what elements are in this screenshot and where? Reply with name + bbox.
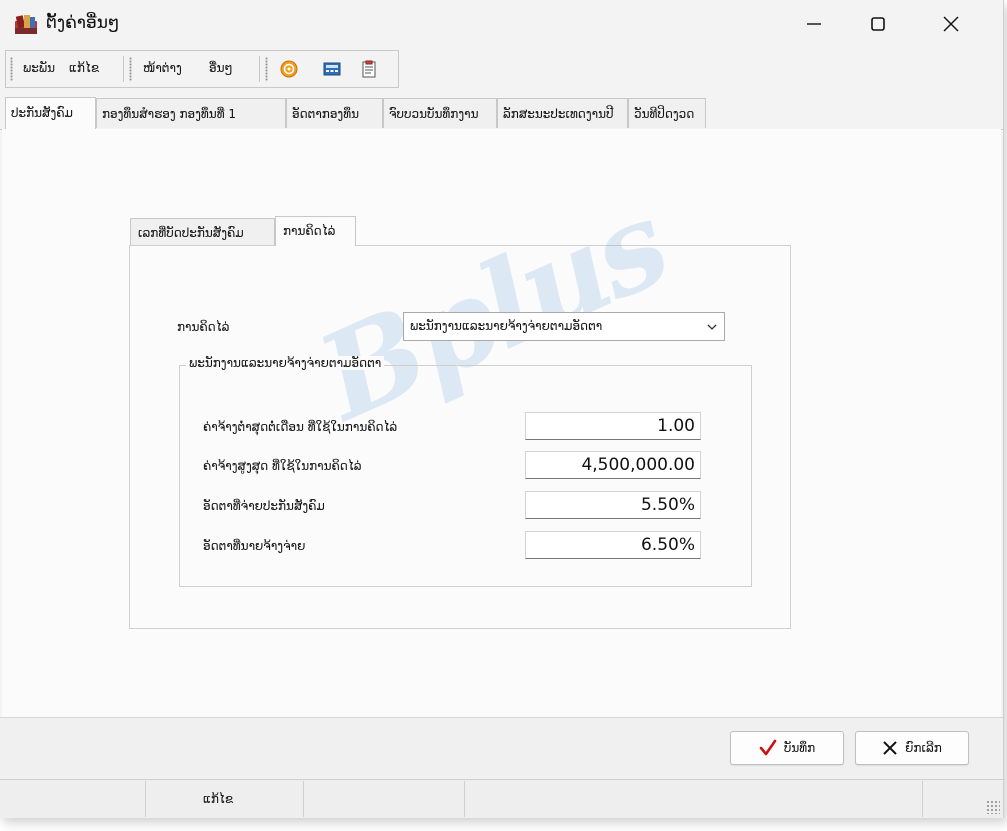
tab-label: ປະກັນສັງຄົມ <box>11 106 73 120</box>
maximize-button[interactable] <box>848 0 908 48</box>
tab-closing-date[interactable]: ວັນທີປິດງວດ <box>628 98 706 128</box>
status-divider <box>464 781 465 817</box>
toolbar: ພະພັນ ແກ້ໄຂ ໜ້າຕ່າງ ອື່ນໆ <box>5 50 399 88</box>
tab-ss-card-number[interactable]: ເລກທີ່ບັດປະກັນສັງຄົມ <box>130 218 275 246</box>
toolbar-grip[interactable] <box>10 57 13 81</box>
max-wage-field[interactable]: 4,500,000.00 <box>525 451 701 479</box>
window-title: ຕັ້ງຄ່າອື່ນໆ <box>46 13 120 33</box>
button-area <box>0 717 1003 780</box>
employer-rate-field[interactable]: 6.50% <box>525 531 701 559</box>
tab-record-schedule[interactable]: ຈົບບວນບັນທຶກງານ <box>383 98 497 128</box>
min-wage-label: ຄ່າຈ້າງຕໍ່າສຸດຕໍ່ເດືອນ ທີ່ໃຊ້ໃນການຄິດໄລ່ <box>203 420 398 434</box>
main-tab-bar: ປະກັນສັງຄົມ ກອງທຶນສຳຮອງ ກອງທຶນທີ່ 1 ອັດຕ… <box>0 97 1003 130</box>
status-divider <box>922 781 923 817</box>
cancel-button-label: ຍົກເລີກ <box>905 741 942 755</box>
tab-label: ກອງທຶນສຳຮອງ ກອງທຶນທີ່ 1 <box>102 107 237 121</box>
close-button[interactable] <box>921 0 981 48</box>
group-title: ພະນັກງານແລະນາຍຈ້າງຈ່າຍຕາມອັດຕາ <box>186 356 385 370</box>
tab-label: ຈົບບວນບັນທຶກງານ <box>389 107 479 121</box>
tab-label: ລັກສະນະປະເທດງານປີ <box>503 107 614 121</box>
tab-label: ອັດຕາກອງທຶນ <box>292 107 359 121</box>
max-wage-label: ຄ່າຈ້າງສູງສຸດ ທີ່ໃຊ້ໃນການຄິດໄລ່ <box>203 459 362 473</box>
status-mode: ແກ້ໄຂ <box>203 792 234 806</box>
menu-item-other[interactable]: ອື່ນໆ <box>209 61 233 75</box>
toolbar-separator <box>123 56 124 82</box>
status-bar <box>0 779 1003 818</box>
employer-rate-label: ອັດຕາທີ່ນາຍຈ້າງຈ່າຍ <box>203 539 306 553</box>
ss-rate-field[interactable]: 5.50% <box>525 491 701 519</box>
toolbar-separator <box>259 56 260 82</box>
tab-label: ເລກທີ່ບັດປະກັນສັງຄົມ <box>138 226 244 240</box>
main-window: ຕັ້ງຄ່າອື່ນໆ ພະພັນ ແກ້ໄຂ ໜ້າຕ່າງ ອື່ນໆ ປ… <box>0 0 1004 818</box>
calc-method-label: ການຄິດໄລ່ <box>177 320 230 334</box>
app-books-icon <box>15 15 37 34</box>
status-divider <box>303 781 304 817</box>
chevron-down-icon <box>707 324 717 330</box>
menu-item-edit[interactable]: ແກ້ໄຂ <box>69 61 99 75</box>
title-bar: ຕັ້ງຄ່າອື່ນໆ <box>0 0 1003 48</box>
status-divider <box>145 781 146 817</box>
close-icon <box>943 16 959 32</box>
calculator-icon[interactable] <box>323 60 341 78</box>
tab-label: ວັນທີປິດງວດ <box>634 107 695 121</box>
minimize-icon <box>807 23 821 25</box>
tab-social-security[interactable]: ປະກັນສັງຄົມ <box>5 97 96 129</box>
document-icon[interactable] <box>360 60 378 78</box>
toolbar-grip[interactable] <box>265 57 268 81</box>
save-button-label: ບັນທຶກ <box>783 741 816 755</box>
maximize-icon <box>871 17 885 31</box>
ss-rate-label: ອັດຕາທີ່ຈ່າຍປະກັນສັງຄົມ <box>203 499 325 513</box>
help-circle-icon[interactable] <box>280 60 298 78</box>
check-icon <box>759 739 777 756</box>
resize-grip[interactable] <box>986 800 1000 814</box>
toolbar-grip[interactable] <box>129 57 132 81</box>
tab-label: ການຄິດໄລ່ <box>283 224 336 238</box>
calc-method-value: ພະນັກງານແລະນາຍຈ້າງຈ່າຍຕາມອັດຕາ <box>410 319 603 333</box>
tab-fund-rate[interactable]: ອັດຕາກອງທຶນ <box>286 98 383 128</box>
menu-item-file[interactable]: ພະພັນ <box>23 61 55 75</box>
cancel-button[interactable]: ຍົກເລີກ <box>855 731 969 765</box>
tab-reserve-fund[interactable]: ກອງທຶນສຳຮອງ ກອງທຶນທີ່ 1 <box>96 98 286 128</box>
menu-item-window[interactable]: ໜ້າຕ່າງ <box>143 61 182 75</box>
calc-method-select[interactable]: ພະນັກງານແລະນາຍຈ້າງຈ່າຍຕາມອັດຕາ <box>403 312 725 341</box>
x-icon <box>883 741 897 755</box>
min-wage-field[interactable]: 1.00 <box>525 412 701 440</box>
tab-calculation[interactable]: ການຄິດໄລ່ <box>275 216 356 246</box>
tab-annual-type[interactable]: ລັກສະນະປະເທດງານປີ <box>497 98 628 128</box>
save-button[interactable]: ບັນທຶກ <box>730 731 844 765</box>
minimize-button[interactable] <box>784 0 844 48</box>
